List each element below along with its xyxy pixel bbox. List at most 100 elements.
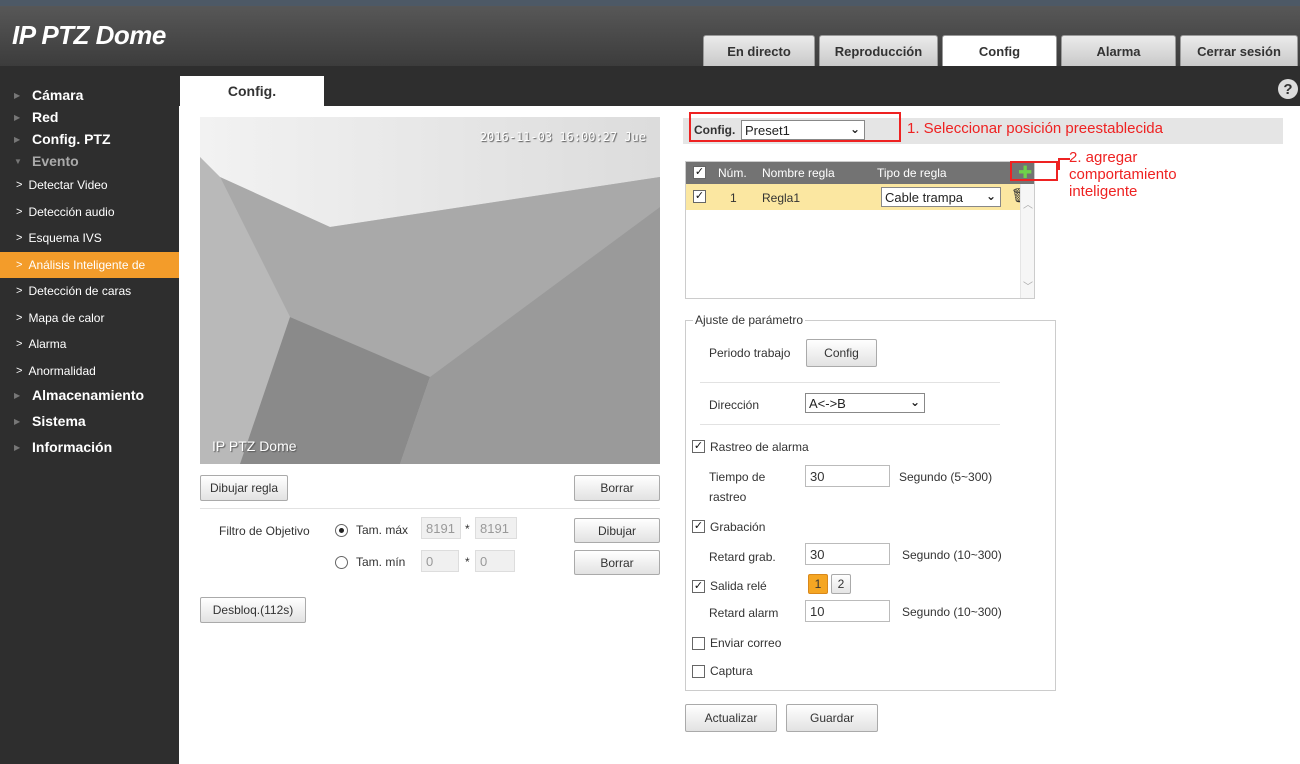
direction-label: Dirección xyxy=(709,398,760,412)
sidebar-item-network[interactable]: ▶ Red xyxy=(0,106,179,128)
alarm-track-label: Rastreo de alarma xyxy=(710,440,809,454)
sidebar-item-system[interactable]: ▶ Sistema xyxy=(0,410,179,432)
scroll-up-icon[interactable]: ︿ xyxy=(1023,196,1033,211)
min-width-input[interactable]: 0 xyxy=(421,550,459,572)
tab-alarm[interactable]: Alarma xyxy=(1061,35,1176,66)
relay-out-label: Salida relé xyxy=(710,579,767,593)
tab-config[interactable]: Config xyxy=(942,35,1057,66)
rule-type-value: Cable trampa xyxy=(885,189,964,205)
chevron-right-icon: > xyxy=(16,311,23,324)
sidebar-sub-smart-analysis[interactable]: > Análisis Inteligente de xyxy=(0,251,179,278)
sidebar-item-label: Red xyxy=(32,109,59,125)
sidebar-item-label: Detección audio xyxy=(28,204,115,219)
max-width-input[interactable]: 8191 xyxy=(421,517,461,539)
chevron-right-icon: > xyxy=(16,258,23,271)
sidebar-item-camera[interactable]: ▶ Cámara xyxy=(0,84,179,106)
triangle-right-icon: ▶ xyxy=(14,134,21,144)
alarm-delay-input[interactable]: 10 xyxy=(805,600,890,622)
snapshot-checkbox[interactable] xyxy=(692,665,705,678)
sidebar-item-label: Análisis Inteligente de xyxy=(28,257,146,272)
draw-rule-button[interactable]: Dibujar regla xyxy=(200,475,288,501)
tab-logout[interactable]: Cerrar sesión xyxy=(1180,35,1298,66)
triangle-right-icon: ▶ xyxy=(14,112,21,122)
sidebar-item-ptz[interactable]: ▶ Config. PTZ xyxy=(0,128,179,150)
work-period-config-button[interactable]: Config xyxy=(806,339,877,367)
chevron-right-icon: > xyxy=(16,232,23,245)
direction-select[interactable]: A<->B ⌄ xyxy=(805,393,925,413)
relay-2-button[interactable]: 2 xyxy=(831,574,851,594)
track-time-label-2: rastreo xyxy=(709,490,747,504)
video-channel-name: IP PTZ Dome xyxy=(212,438,297,454)
rule-type-select[interactable]: Cable trampa ⌄ xyxy=(881,187,1001,207)
annotation-step-2: 2. agregar comportamiento inteligente xyxy=(1069,149,1177,200)
min-height-input[interactable]: 0 xyxy=(475,550,515,572)
min-size-radio[interactable] xyxy=(335,556,348,569)
tab-config-page[interactable]: Config. xyxy=(180,76,324,106)
table-row[interactable]: ✓ 1 Regla1 Cable trampa ⌄ 🗑 xyxy=(686,184,1029,210)
table-scrollbar[interactable]: ︿ ﹀ xyxy=(1020,184,1034,298)
track-time-label: Tiempo de xyxy=(709,470,766,484)
record-checkbox[interactable]: ✓ xyxy=(692,520,705,533)
max-size-radio[interactable] xyxy=(335,524,348,537)
rules-table: ✓ Núm. Nombre regla Tipo de regla ✚ ✓ 1 … xyxy=(685,161,1035,299)
sidebar-sub-abnormality[interactable]: > Anormalidad xyxy=(0,358,179,385)
tab-live[interactable]: En directo xyxy=(703,35,815,66)
sidebar-sub-alarm[interactable]: > Alarma xyxy=(0,331,179,358)
relay-out-checkbox[interactable]: ✓ xyxy=(692,580,705,593)
sidebar-sub-face-detect[interactable]: > Detección de caras xyxy=(0,278,179,305)
alarm-delay-label: Retard alarm xyxy=(709,606,779,620)
tab-playback[interactable]: Reproducción xyxy=(819,35,938,66)
sidebar-item-label: Detectar Video xyxy=(28,178,108,193)
chevron-right-icon: > xyxy=(16,364,23,377)
max-height-input[interactable]: 8191 xyxy=(475,517,517,539)
sidebar-item-event[interactable]: ▼ Evento xyxy=(0,150,179,172)
chevron-down-icon: ⌄ xyxy=(985,189,996,203)
refresh-button[interactable]: Actualizar xyxy=(685,704,777,732)
sidebar-sub-video-detect[interactable]: > Detectar Video xyxy=(0,172,179,199)
triangle-down-icon: ▼ xyxy=(14,156,22,166)
clear-filter-button[interactable]: Borrar xyxy=(574,550,660,575)
sidebar: ▶ Cámara ▶ Red ▶ Config. PTZ ▼ Evento > Detec… xyxy=(0,66,179,764)
triangle-right-icon: ▶ xyxy=(14,416,21,426)
video-preview[interactable]: 2016-11-03 16:00:27 Jue IP PTZ Dome xyxy=(200,117,660,464)
snapshot-label: Captura xyxy=(710,664,753,678)
track-time-input[interactable]: 30 xyxy=(805,465,890,487)
record-delay-unit: Segundo (10~300) xyxy=(902,548,1002,562)
clear-rule-button[interactable]: Borrar xyxy=(574,475,660,501)
times-sign: * xyxy=(465,555,470,569)
annotation-box-preset xyxy=(689,112,901,142)
col-num: Núm. xyxy=(718,166,747,180)
row-num: 1 xyxy=(730,191,737,205)
annotation-connector xyxy=(1058,158,1060,170)
record-delay-input[interactable]: 30 xyxy=(805,543,890,565)
app-title: IP PTZ Dome xyxy=(12,20,166,50)
help-icon[interactable]: ? xyxy=(1278,79,1298,99)
record-label: Grabación xyxy=(710,520,766,534)
send-mail-checkbox[interactable] xyxy=(692,637,705,650)
work-period-label: Periodo trabajo xyxy=(709,346,791,360)
sidebar-sub-heat-map[interactable]: > Mapa de calor xyxy=(0,305,179,332)
annotation-line: inteligente xyxy=(1069,183,1138,200)
col-rule-type: Tipo de regla xyxy=(877,166,947,180)
row-rule-name: Regla1 xyxy=(762,191,801,205)
sidebar-item-storage[interactable]: ▶ Almacenamiento xyxy=(0,384,179,406)
save-button[interactable]: Guardar xyxy=(786,704,878,732)
relay-1-button[interactable]: 1 xyxy=(808,574,828,594)
target-filter-label: Filtro de Objetivo xyxy=(219,524,310,538)
select-all-checkbox[interactable]: ✓ xyxy=(693,166,706,179)
top-strip xyxy=(0,0,1300,6)
annotation-line: comportamiento xyxy=(1069,166,1177,183)
sidebar-sub-audio-detect[interactable]: > Detección audio xyxy=(0,199,179,226)
draw-filter-button[interactable]: Dibujar xyxy=(574,518,660,543)
track-time-unit: Segundo (5~300) xyxy=(899,470,993,484)
divider xyxy=(200,508,660,509)
alarm-track-checkbox[interactable]: ✓ xyxy=(692,440,705,453)
scroll-down-icon[interactable]: ﹀ xyxy=(1023,278,1033,293)
chevron-right-icon: > xyxy=(16,338,23,351)
sidebar-item-info[interactable]: ▶ Información xyxy=(0,436,179,458)
record-delay-label: Retard grab. xyxy=(709,550,776,564)
row-checkbox[interactable]: ✓ xyxy=(693,190,706,203)
unlock-button[interactable]: Desbloq.(112s) xyxy=(200,597,306,623)
triangle-right-icon: ▶ xyxy=(14,90,21,100)
sidebar-sub-ivs-scheme[interactable]: > Esquema IVS xyxy=(0,225,179,252)
